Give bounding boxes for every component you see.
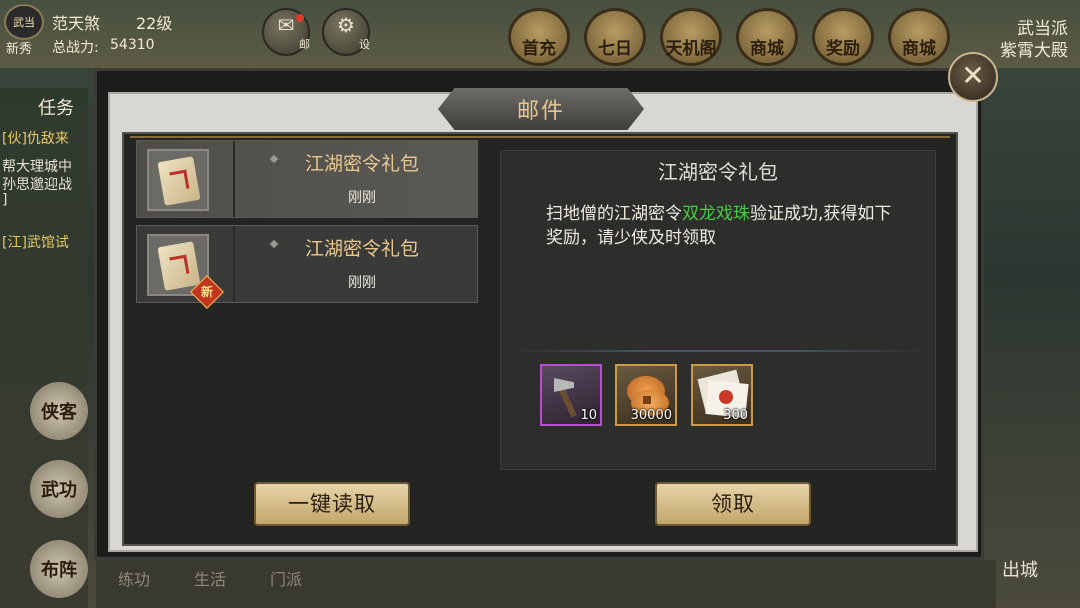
- task-line[interactable]: 孙思邈迎战: [2, 174, 72, 194]
- tab-sect[interactable]: 门派: [270, 566, 302, 590]
- mail-list-item[interactable]: 江湖密令礼包 刚刚: [136, 140, 478, 218]
- read-all-button[interactable]: 一键读取: [254, 482, 410, 526]
- task-line[interactable]: [江]武馆试: [2, 232, 69, 252]
- close-button[interactable]: ✕: [948, 52, 998, 102]
- scroll-icon: [157, 156, 201, 206]
- menu-first-recharge[interactable]: 首充: [508, 8, 570, 66]
- mail-item-time: 刚刚: [348, 190, 376, 206]
- reward-item[interactable]: 300: [691, 364, 753, 426]
- mail-detail-title: 江湖密令礼包: [658, 160, 778, 184]
- mail-body-text: 扫地僧的江湖密令: [546, 204, 682, 224]
- dialog-title-banner: 邮件: [438, 88, 644, 130]
- mail-detail-body: 扫地僧的江湖密令双龙戏珠验证成功,获得如下奖励，请少侠及时领取: [546, 202, 906, 250]
- dialog-title: 邮件: [516, 99, 565, 124]
- mail-item-divider: [233, 226, 235, 302]
- power-label: 总战力:: [52, 40, 99, 56]
- player-level: 22级: [136, 14, 173, 33]
- scroll-icon: [157, 241, 201, 291]
- menu-seven-days[interactable]: 七日: [584, 8, 646, 66]
- player-rank: 新秀: [6, 42, 33, 57]
- heroes-button[interactable]: 侠客: [30, 382, 88, 440]
- mail-list-item[interactable]: 新 江湖密令礼包 刚刚: [136, 225, 478, 309]
- player-name: 范天煞: [52, 14, 101, 33]
- mail-button[interactable]: ✉ 邮: [262, 8, 310, 56]
- task-line: ]: [2, 192, 8, 208]
- settings-button[interactable]: ⚙ 设: [322, 8, 370, 56]
- mail-item-title: 江湖密令礼包: [304, 238, 419, 260]
- detail-separator: [510, 350, 930, 352]
- task-line[interactable]: [伙]仇敌来: [2, 128, 69, 148]
- reward-item[interactable]: 30000: [615, 364, 677, 426]
- mail-item-title: 江湖密令礼包: [304, 153, 419, 175]
- task-panel-title[interactable]: 任务: [38, 94, 74, 120]
- bottom-bar: [96, 560, 996, 608]
- avatar-text: 武当: [13, 16, 35, 29]
- formation-button[interactable]: 布阵: [30, 540, 88, 598]
- reward-item[interactable]: 10: [540, 364, 602, 426]
- tab-life[interactable]: 生活: [194, 566, 226, 590]
- menu-rewards[interactable]: 奖励: [812, 8, 874, 66]
- notification-dot: [296, 14, 304, 22]
- mail-item-divider: [233, 141, 235, 217]
- martial-arts-button[interactable]: 武功: [30, 460, 88, 518]
- mail-item-icon-box: [147, 149, 209, 211]
- close-icon: ✕: [961, 59, 985, 92]
- mail-item-time: 刚刚: [348, 275, 376, 291]
- task-line[interactable]: 帮大理城中: [2, 156, 72, 176]
- mail-item-name: 双龙戏珠: [682, 204, 750, 224]
- mail-item-icon-box: 新: [147, 234, 224, 309]
- reward-count: 300: [723, 408, 748, 423]
- settings-button-label: 设: [359, 38, 370, 51]
- location-name: 紫霄大殿: [1000, 41, 1068, 61]
- title-divider: [130, 136, 950, 138]
- reward-count: 10: [580, 408, 597, 423]
- menu-store[interactable]: 商城: [888, 8, 950, 66]
- menu-tianji-pavilion[interactable]: 天机阁: [660, 8, 722, 66]
- player-avatar[interactable]: 武当: [4, 4, 44, 40]
- reward-count: 30000: [630, 408, 672, 423]
- new-badge-label: 新: [200, 285, 213, 299]
- power-value: 54310: [110, 37, 155, 53]
- claim-button[interactable]: 领取: [655, 482, 811, 526]
- menu-shop[interactable]: 商城: [736, 8, 798, 66]
- tab-training[interactable]: 练功: [118, 566, 150, 590]
- mail-button-label: 邮: [299, 38, 310, 51]
- leave-city-button[interactable]: 出城: [1002, 556, 1038, 582]
